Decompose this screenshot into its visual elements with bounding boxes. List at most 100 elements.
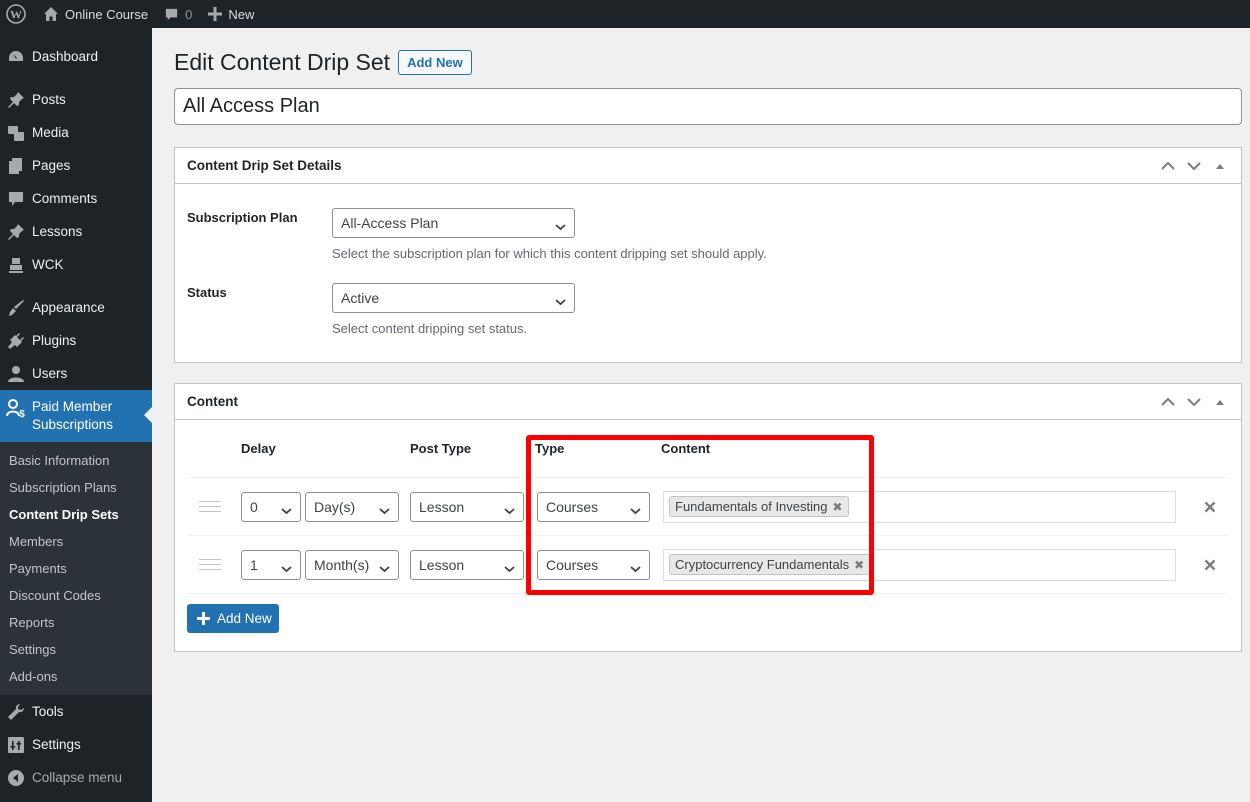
content-postbox-title: Content [187, 394, 238, 409]
sidebar-item-settings[interactable]: Settings [0, 728, 152, 761]
content-tag-label: Cryptocurrency Fundamentals [675, 557, 850, 572]
admin-sidebar: Dashboard Posts Media Pages Comments Les… [0, 28, 152, 802]
delay-select[interactable]: 1 [241, 549, 301, 580]
sidebar-item-tools[interactable]: Tools [0, 695, 152, 728]
add-new-row-button[interactable]: Add New [187, 604, 279, 633]
new-label: New [228, 6, 255, 22]
column-type: Type [535, 441, 565, 456]
drag-handle[interactable] [187, 555, 241, 574]
post-type-value: Lesson [419, 556, 465, 573]
subscription-plan-label: Subscription Plan [187, 210, 298, 225]
add-new-set-button[interactable]: Add New [398, 49, 472, 75]
subscription-plan-row: Subscription Plan All-Access Plan Select… [187, 208, 1229, 261]
sidebar-item-label: Dashboard [32, 49, 99, 64]
triangle-up-icon [1216, 164, 1224, 169]
post-type-select[interactable]: Lesson [410, 491, 524, 522]
new-content-link[interactable]: New [200, 0, 262, 28]
content-select[interactable]: Cryptocurrency Fundamentals ✖ [663, 548, 1176, 581]
type-select[interactable]: Courses [537, 491, 650, 522]
set-title-input[interactable]: All Access Plan [174, 88, 1242, 125]
submenu-members[interactable]: Members [0, 528, 152, 555]
delay-select[interactable]: 0 [241, 491, 301, 522]
wordpress-icon: W [6, 4, 26, 24]
content-postbox-header: Content [175, 384, 1241, 420]
svg-text:W: W [10, 8, 22, 22]
remove-tag-icon[interactable]: ✖ [854, 558, 864, 572]
chevron-down-icon [504, 560, 515, 576]
submenu-reports[interactable]: Reports [0, 609, 152, 636]
comments-link[interactable]: 0 [156, 0, 200, 28]
sidebar-item-media[interactable]: Media [0, 116, 152, 149]
move-down-button[interactable] [1185, 157, 1203, 175]
sidebar-item-lessons[interactable]: Lessons [0, 215, 152, 248]
sidebar-item-label: Lessons [32, 224, 83, 239]
wck-icon [6, 255, 26, 275]
main-content: Edit Content Drip Set Add New All Access… [174, 28, 1242, 652]
comments-count: 0 [185, 6, 193, 22]
label-line-1: Paid Member [32, 399, 113, 414]
drag-handle[interactable] [187, 497, 241, 516]
sidebar-item-plugins[interactable]: Plugins [0, 324, 152, 357]
sidebar-item-comments[interactable]: Comments [0, 182, 152, 215]
site-name: Online Course [65, 6, 149, 22]
sidebar-item-label: Comments [32, 191, 98, 206]
collapse-menu-button[interactable]: Collapse menu [0, 761, 152, 794]
post-type-select[interactable]: Lesson [410, 549, 524, 580]
wordpress-logo-button[interactable]: W [0, 0, 35, 28]
submenu-settings[interactable]: Settings [0, 636, 152, 663]
sidebar-item-wck[interactable]: WCK [0, 248, 152, 281]
toggle-panel-button[interactable] [1211, 157, 1229, 175]
status-select[interactable]: Active [332, 283, 575, 313]
site-name-link[interactable]: Online Course [35, 0, 156, 28]
type-select[interactable]: Courses [537, 549, 650, 580]
toggle-panel-button[interactable] [1211, 393, 1229, 411]
remove-tag-icon[interactable]: ✖ [832, 500, 842, 514]
content-select[interactable]: Fundamentals of Investing ✖ [663, 490, 1176, 523]
chevron-down-icon [555, 218, 566, 234]
sidebar-item-users[interactable]: Users [0, 357, 152, 390]
status-description: Select content dripping set status. [332, 321, 528, 336]
delay-unit-select[interactable]: Month(s) [305, 549, 399, 580]
submenu-add-ons[interactable]: Add-ons [0, 663, 152, 690]
subscription-plan-value: All-Access Plan [341, 215, 439, 231]
sidebar-item-posts[interactable]: Posts [0, 83, 152, 116]
details-postbox: Content Drip Set Details Subscription Pl… [174, 147, 1242, 363]
chevron-down-icon [504, 502, 515, 518]
submenu-subscription-plans[interactable]: Subscription Plans [0, 474, 152, 501]
sidebar-item-pages[interactable]: Pages [0, 149, 152, 182]
sidebar-item-dashboard[interactable]: Dashboard [0, 40, 152, 73]
collapse-icon [6, 768, 26, 788]
column-content: Content [661, 441, 711, 456]
subscription-plan-select[interactable]: All-Access Plan [332, 208, 575, 238]
details-handle-actions [1159, 148, 1229, 184]
delay-value: 0 [250, 498, 258, 515]
submenu-payments[interactable]: Payments [0, 555, 152, 582]
delay-unit-select[interactable]: Day(s) [305, 491, 399, 522]
chevron-down-icon [1187, 162, 1201, 171]
chevron-up-icon [1161, 397, 1175, 406]
status-label: Status [187, 285, 227, 300]
remove-row-button[interactable] [1202, 499, 1218, 515]
settings-icon [6, 735, 26, 755]
pms-submenu: Basic Information Subscription Plans Con… [0, 442, 152, 695]
sidebar-item-paid-member-subscriptions[interactable]: $ Paid Member Subscriptions [0, 390, 152, 442]
details-body: Subscription Plan All-Access Plan Select… [175, 184, 1241, 362]
submenu-content-drip-sets[interactable]: Content Drip Sets [0, 501, 152, 528]
wrench-icon [6, 702, 26, 722]
content-tag: Fundamentals of Investing ✖ [669, 496, 849, 517]
sidebar-item-appearance[interactable]: Appearance [0, 291, 152, 324]
delay-value: 1 [250, 556, 258, 573]
sidebar-item-label: Users [32, 366, 68, 381]
submenu-basic-information[interactable]: Basic Information [0, 447, 152, 474]
move-up-button[interactable] [1159, 157, 1177, 175]
chevron-down-icon [281, 560, 292, 576]
drip-row: 0 Day(s) Lesson Courses Fundamentals of … [187, 478, 1229, 536]
move-down-button[interactable] [1185, 393, 1203, 411]
submenu-discount-codes[interactable]: Discount Codes [0, 582, 152, 609]
move-up-button[interactable] [1159, 393, 1177, 411]
label-line-2: Subscriptions [32, 417, 114, 432]
type-value: Courses [546, 556, 599, 573]
content-postbox: Content Delay Post Type Type Content 0 D… [174, 383, 1242, 652]
remove-row-button[interactable] [1202, 557, 1218, 573]
details-postbox-title: Content Drip Set Details [187, 158, 342, 173]
